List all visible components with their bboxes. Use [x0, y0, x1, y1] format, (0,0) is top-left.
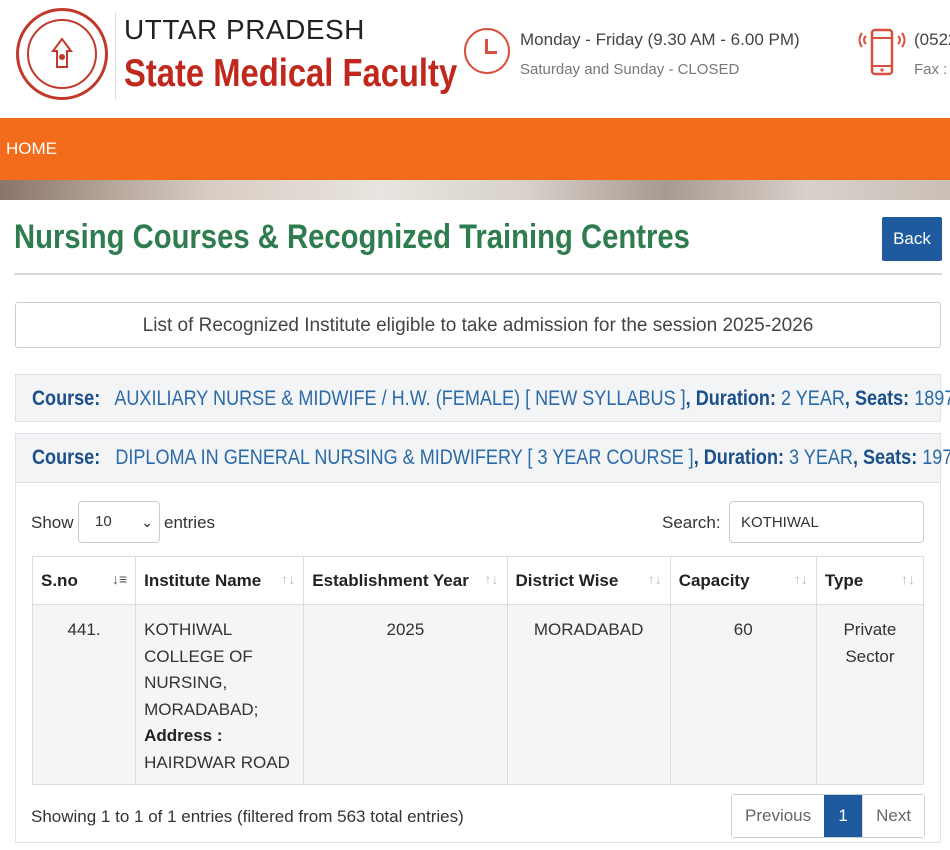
title-divider — [14, 273, 942, 275]
pagination: Previous 1 Next — [731, 794, 926, 838]
sort-icon: ↑↓ — [793, 571, 808, 587]
logo-emblem-icon — [51, 37, 73, 68]
clock-icon — [464, 28, 510, 74]
header-divider — [115, 12, 116, 100]
course-name: DIPLOMA IN GENERAL NURSING & MIDWIFERY [… — [115, 446, 694, 469]
seats-label: Seats: — [854, 387, 910, 410]
entries-select-value: 10 — [95, 513, 112, 530]
sort-icon: ↑↓ — [647, 571, 662, 587]
sort-icon: ↑↓ — [901, 571, 915, 587]
back-button[interactable]: Back — [882, 217, 942, 261]
next-page-button[interactable]: Next — [862, 795, 925, 837]
page-title: Nursing Courses & Recognized Training Ce… — [14, 218, 690, 256]
sort-icon: ↑↓ — [281, 571, 296, 587]
table-header-row: S.no ↓≡ Institute Name ↑↓ Establishment … — [31, 556, 925, 605]
duration-label: Duration: — [695, 387, 776, 410]
seats-label: Seats: — [863, 446, 918, 469]
cell-district: MORADABAD — [506, 604, 671, 785]
address-value: HAIRDWAR ROAD — [144, 752, 290, 772]
sort-icon: ↑↓ — [484, 571, 499, 587]
table-row: 441. KOTHIWAL COLLEGE OF NURSING, MORADA… — [31, 604, 925, 785]
phone-icon — [858, 28, 906, 76]
site-header: UTTAR PRADESH State Medical Faculty Mond… — [0, 0, 950, 116]
sort-desc-icon: ↓≡ — [111, 571, 128, 587]
chevron-down-icon: ⌄ — [141, 514, 153, 530]
page-1-button[interactable]: 1 — [824, 795, 863, 837]
column-header-sno[interactable]: S.no ↓≡ — [31, 556, 137, 605]
office-hours-weekday: Monday - Friday (9.30 AM - 6.00 PM) — [520, 30, 800, 49]
course-label: Course: — [32, 387, 101, 410]
contact-fax: Fax : — [914, 61, 948, 78]
institutes-table: S.no ↓≡ Institute Name ↑↓ Establishment … — [31, 556, 925, 785]
entries-label: entries — [164, 513, 216, 532]
duration-label: Duration: — [703, 446, 785, 469]
address-label: Address : — [144, 726, 223, 745]
course-duration: 3 YEAR — [789, 446, 853, 469]
cell-capacity: 60 — [669, 604, 817, 785]
state-emblem-logo[interactable] — [16, 8, 108, 100]
cell-sno: 441. — [31, 604, 137, 785]
session-info-box: List of Recognized Institute eligible to… — [15, 302, 941, 348]
search-input[interactable] — [729, 501, 924, 543]
column-header-institute-name[interactable]: Institute Name ↑↓ — [135, 556, 305, 605]
contact-phone: (0522 — [914, 30, 950, 49]
column-header-establishment-year[interactable]: Establishment Year ↑↓ — [303, 556, 508, 605]
column-header-capacity[interactable]: Capacity ↑↓ — [669, 556, 817, 605]
cell-institute-name: KOTHIWAL COLLEGE OF NURSING, MORADABAD; … — [135, 604, 305, 785]
office-hours-weekend: Saturday and Sunday - CLOSED — [520, 61, 740, 78]
nav-home-link[interactable]: HOME — [6, 139, 57, 159]
column-header-district[interactable]: District Wise ↑↓ — [506, 556, 671, 605]
org-name-line2: State Medical Faculty — [124, 52, 458, 95]
course-panel-gnm[interactable]: Course: DIPLOMA IN GENERAL NURSING & MID… — [15, 433, 950, 483]
show-label: Show — [31, 513, 74, 532]
previous-page-button[interactable]: Previous — [732, 795, 825, 837]
cell-type: Private Sector — [815, 604, 925, 785]
course-label: Course: — [32, 446, 101, 469]
main-nav: HOME — [0, 118, 950, 180]
search-label: Search: — [662, 513, 721, 532]
org-name-line1: UTTAR PRADESH — [124, 14, 365, 45]
course-seats: 19753 — [922, 446, 950, 469]
course-seats: 18970 — [914, 387, 950, 410]
course-name: AUXILIARY NURSE & MIDWIFE / H.W. (FEMALE… — [114, 387, 686, 410]
header-banner-strip — [0, 180, 950, 200]
column-header-type[interactable]: Type ↑↓ — [815, 556, 925, 605]
table-summary: Showing 1 to 1 of 1 entries (filtered fr… — [31, 807, 464, 826]
course-panel-anm[interactable]: Course: AUXILIARY NURSE & MIDWIFE / H.W.… — [15, 374, 950, 422]
course-duration: 2 YEAR — [781, 387, 845, 410]
cell-establishment-year: 2025 — [303, 604, 508, 785]
entries-per-page-select[interactable]: 10 ⌄ — [78, 501, 160, 543]
